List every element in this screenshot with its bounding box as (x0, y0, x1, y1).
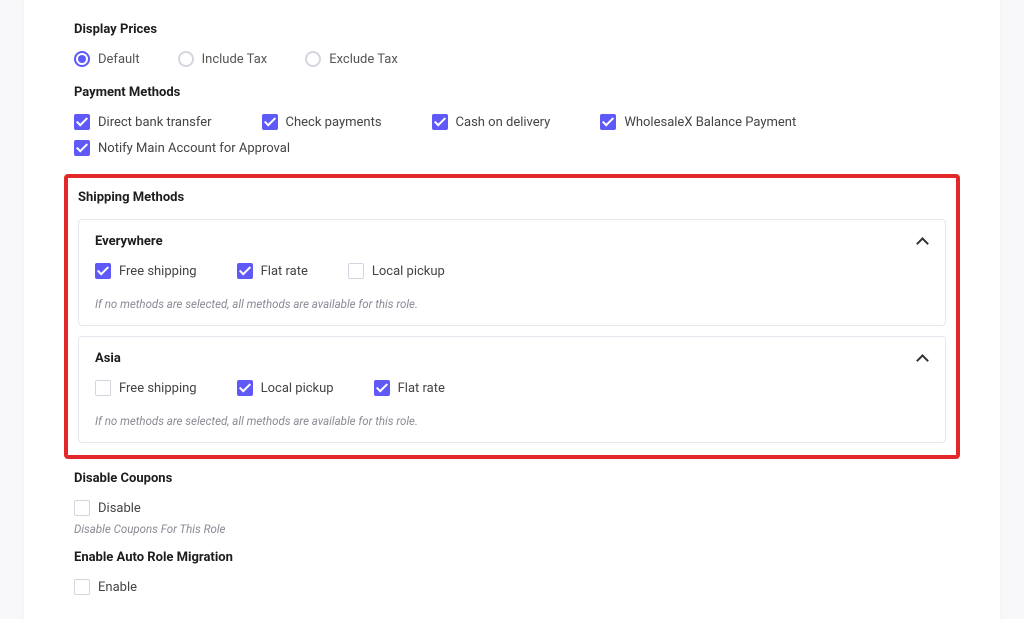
checkbox-icon (74, 114, 90, 130)
checkbox-icon (432, 114, 448, 130)
zone-everywhere-methods: Free shipping Flat rate Local pickup (95, 263, 929, 279)
chevron-up-icon (917, 353, 929, 365)
disable-coupons-desc: Disable Coupons For This Role (74, 522, 950, 536)
disable-coupons-title: Disable Coupons (74, 471, 950, 486)
chevron-up-icon (917, 236, 929, 248)
radio-label: Default (98, 52, 140, 67)
zone-asia: Asia Free shipping Local pickup Flat rat… (78, 336, 946, 443)
zone-everywhere: Everywhere Free shipping Flat rate Local… (78, 219, 946, 326)
shipping-methods-title: Shipping Methods (78, 190, 946, 205)
checkbox-icon (600, 114, 616, 130)
check-flat-rate[interactable]: Flat rate (374, 380, 445, 396)
auto-role-title: Enable Auto Role Migration (74, 550, 950, 565)
zone-header-everywhere[interactable]: Everywhere (95, 234, 929, 249)
radio-default[interactable]: Default (74, 51, 140, 67)
check-label: Flat rate (261, 264, 308, 279)
zone-header-asia[interactable]: Asia (95, 351, 929, 366)
check-label: Notify Main Account for Approval (98, 141, 290, 156)
check-label: Free shipping (119, 381, 197, 396)
check-label: Local pickup (261, 381, 334, 396)
check-label: Flat rate (398, 381, 445, 396)
checkbox-icon (74, 500, 90, 516)
check-wholesalex-balance[interactable]: WholesaleX Balance Payment (600, 114, 796, 130)
payment-methods-row: Direct bank transfer Check payments Cash… (74, 114, 950, 156)
check-label: Cash on delivery (456, 115, 551, 130)
checkbox-icon (74, 579, 90, 595)
payment-methods-title: Payment Methods (74, 85, 950, 100)
check-cash-on-delivery[interactable]: Cash on delivery (432, 114, 551, 130)
checkbox-icon (262, 114, 278, 130)
check-flat-rate[interactable]: Flat rate (237, 263, 308, 279)
zone-name: Asia (95, 351, 121, 366)
check-enable-auto-role[interactable]: Enable (74, 579, 137, 595)
display-prices-row: Default Include Tax Exclude Tax (74, 51, 950, 67)
check-label: Enable (98, 580, 137, 595)
radio-icon (74, 51, 90, 67)
checkbox-icon (348, 263, 364, 279)
settings-card: Display Prices Default Include Tax Exclu… (24, 0, 1000, 619)
checkbox-icon (237, 263, 253, 279)
check-label: Check payments (286, 115, 382, 130)
radio-icon (178, 51, 194, 67)
check-local-pickup[interactable]: Local pickup (348, 263, 445, 279)
zone-note: If no methods are selected, all methods … (95, 297, 929, 311)
checkbox-icon (237, 380, 253, 396)
checkbox-icon (95, 263, 111, 279)
zone-asia-methods: Free shipping Local pickup Flat rate (95, 380, 929, 396)
checkbox-icon (74, 140, 90, 156)
check-label: Disable (98, 501, 141, 516)
check-direct-bank[interactable]: Direct bank transfer (74, 114, 212, 130)
check-label: Free shipping (119, 264, 197, 279)
check-label: Direct bank transfer (98, 115, 212, 130)
radio-exclude-tax[interactable]: Exclude Tax (305, 51, 398, 67)
check-label: Local pickup (372, 264, 445, 279)
check-disable-coupons[interactable]: Disable (74, 500, 141, 516)
radio-label: Include Tax (202, 52, 268, 67)
checkbox-icon (95, 380, 111, 396)
zone-note: If no methods are selected, all methods … (95, 414, 929, 428)
checkbox-icon (374, 380, 390, 396)
check-local-pickup[interactable]: Local pickup (237, 380, 334, 396)
check-check-payments[interactable]: Check payments (262, 114, 382, 130)
radio-include-tax[interactable]: Include Tax (178, 51, 268, 67)
check-notify-main-account[interactable]: Notify Main Account for Approval (74, 140, 290, 156)
check-free-shipping[interactable]: Free shipping (95, 263, 197, 279)
radio-label: Exclude Tax (329, 52, 398, 67)
zone-name: Everywhere (95, 234, 163, 249)
check-label: WholesaleX Balance Payment (624, 115, 796, 130)
radio-icon (305, 51, 321, 67)
check-free-shipping[interactable]: Free shipping (95, 380, 197, 396)
display-prices-title: Display Prices (74, 22, 950, 37)
shipping-methods-highlight: Shipping Methods Everywhere Free shippin… (64, 174, 960, 459)
